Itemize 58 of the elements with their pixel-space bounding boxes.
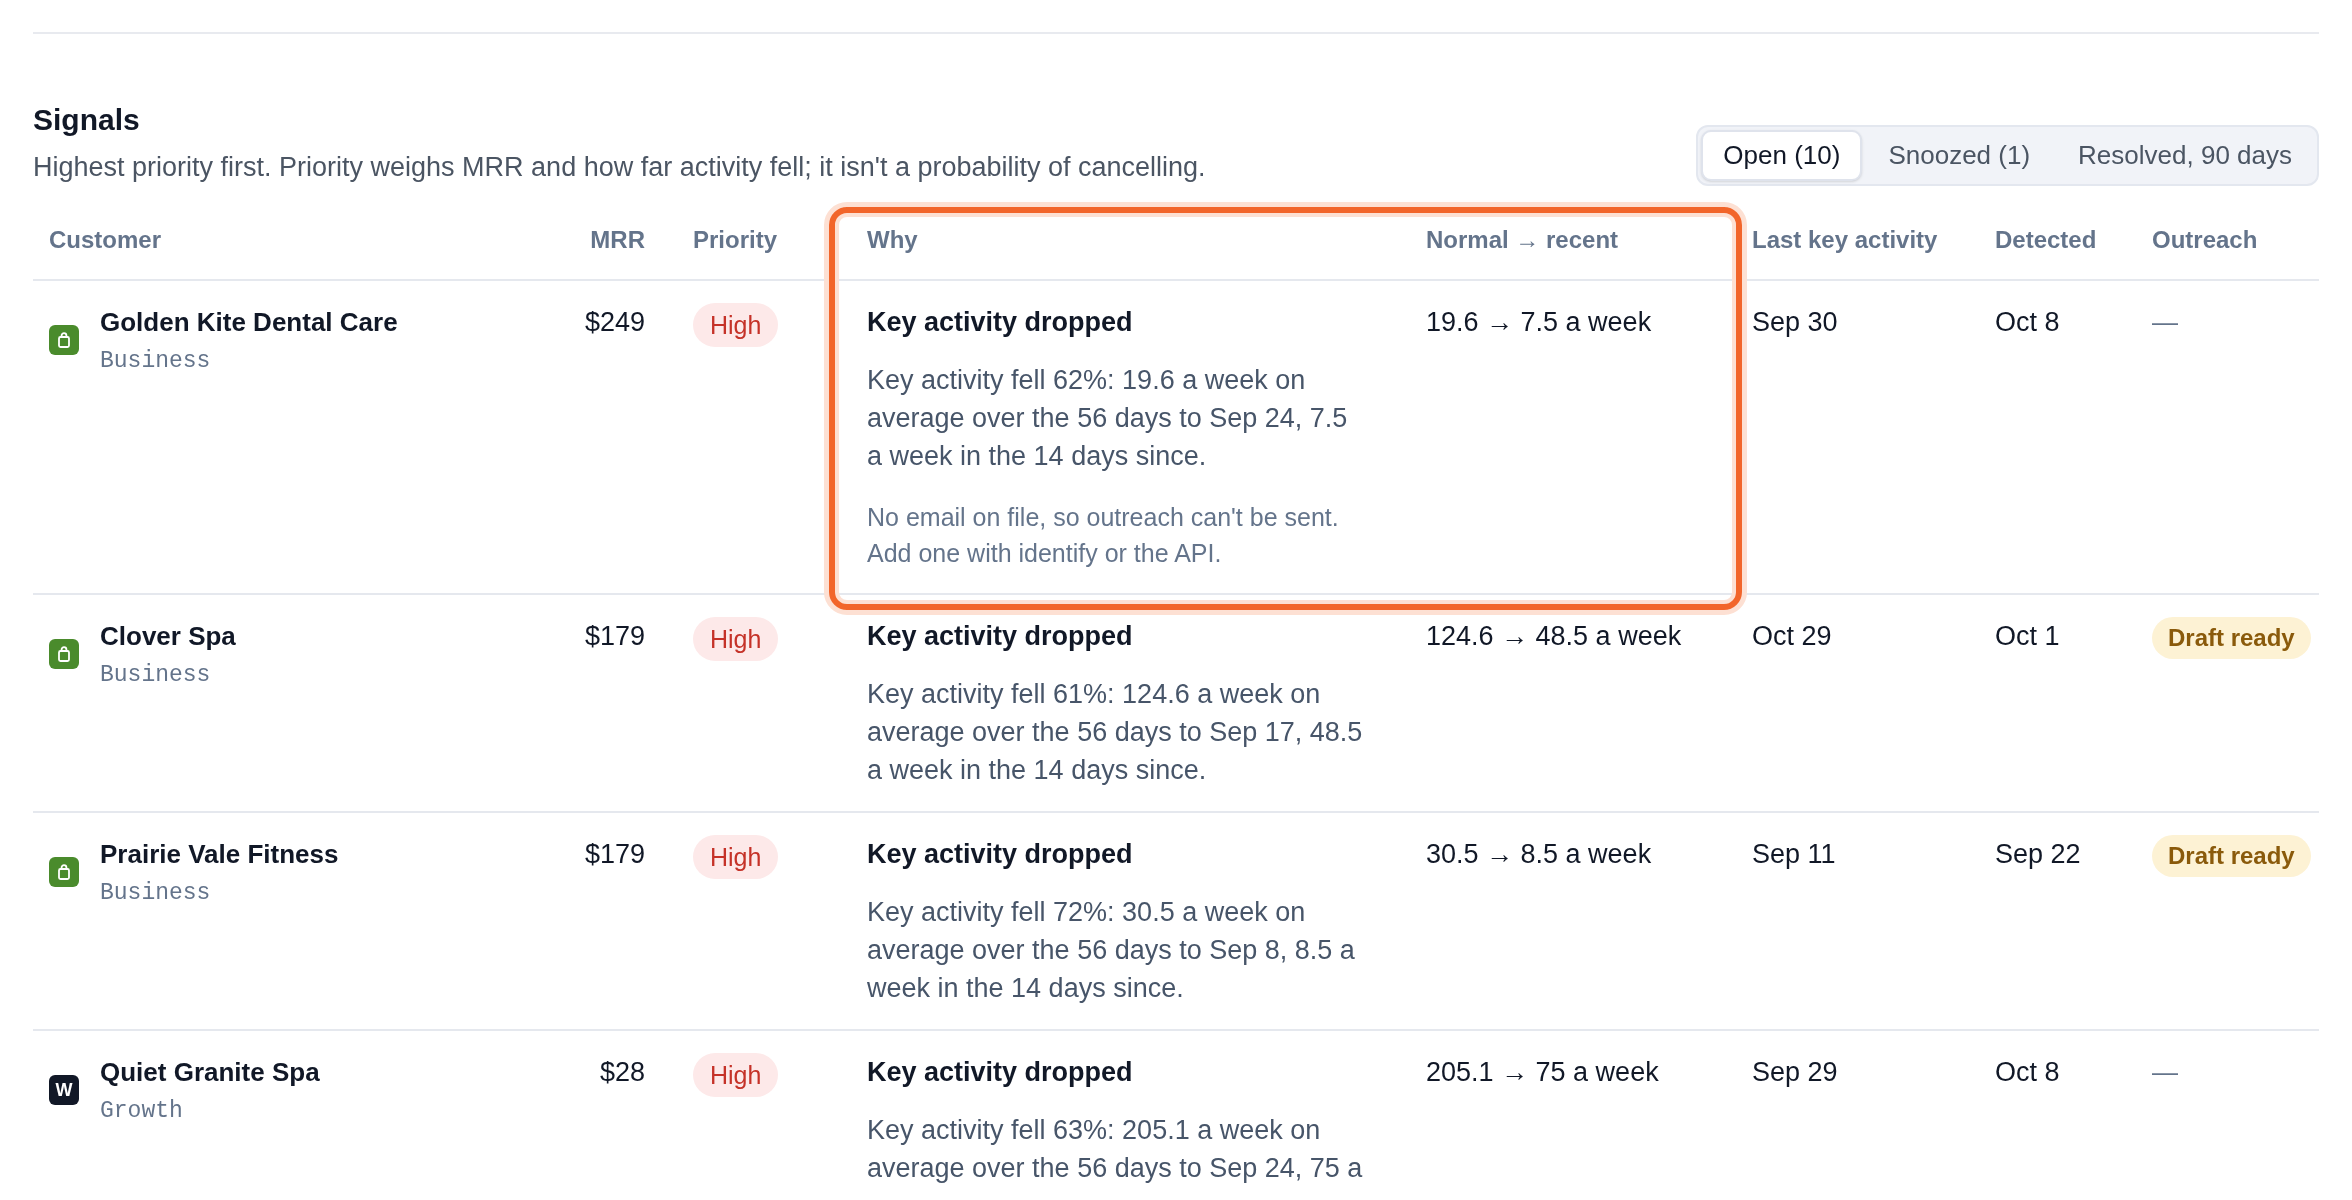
- column-header: Normal → recent: [1426, 226, 1619, 253]
- priority-badge: High: [693, 617, 779, 661]
- section-description: Highest priority first. Priority weighs MRR and how far activity fell; it isn't a probability of cancelling.: [33, 151, 1206, 184]
- signal-title: Key activity dropped: [867, 620, 1134, 653]
- signal-note: No email on file, so outreach can't be sent. Add one with identify or the API.: [867, 502, 1340, 569]
- signal-description: Key activity fell 72%: 30.5 a week on average over the 56 days to Sep 8, 8.5 a week in the 14 days since.: [867, 896, 1356, 1005]
- plan-label: Growth: [100, 1097, 183, 1126]
- plan-label: Business: [100, 347, 211, 376]
- column-header: Last key activity: [1752, 226, 1938, 253]
- tab[interactable]: Open (10): [1701, 130, 1863, 181]
- activity-change: 205.1 → 75 a week: [1426, 1057, 1659, 1087]
- activity-change: 19.6 → 7.5 a week: [1426, 307, 1652, 337]
- signal-title: Key activity dropped: [867, 1056, 1134, 1089]
- tab[interactable]: Snoozed (1): [1866, 130, 2053, 181]
- detected-date: Oct 8: [1995, 1057, 2060, 1087]
- plan-label: Business: [100, 879, 211, 908]
- mrr-value: $249: [584, 307, 645, 337]
- detected-date: Oct 1: [1995, 621, 2060, 651]
- letter-avatar: W: [49, 1075, 79, 1105]
- shopping-bag-icon: [49, 325, 79, 355]
- activity-change: 124.6 → 48.5 a week: [1426, 621, 1682, 651]
- signal-description: Key activity fell 63%: 205.1 a week on average over the 56 days to Sep 24, 75 a: [867, 1114, 1364, 1185]
- priority-badge: High: [693, 835, 779, 879]
- plan-label: Business: [100, 661, 211, 690]
- signal-title: Key activity dropped: [867, 838, 1134, 871]
- mrr-value: $179: [584, 621, 645, 651]
- column-header: Detected: [1995, 226, 2097, 253]
- customer-name: Quiet Granite Spa: [100, 1056, 320, 1089]
- priority-badge: High: [693, 303, 779, 347]
- column-header: Priority: [693, 226, 778, 253]
- shopping-bag-icon: [49, 857, 79, 887]
- outreach-status-badge: Draft ready: [2152, 617, 2311, 659]
- signal-title: Key activity dropped: [867, 306, 1134, 339]
- customer-name: Golden Kite Dental Care: [100, 306, 398, 339]
- column-header: Outreach: [2152, 226, 2258, 253]
- customer-name: Clover Spa: [100, 620, 236, 653]
- tab[interactable]: Resolved, 90 days: [2056, 130, 2314, 181]
- last-activity-date: Sep 11: [1752, 839, 1836, 869]
- signal-description: Key activity fell 62%: 19.6 a week on average over the 56 days to Sep 24, 7.5 a week in the 14 days since.: [867, 364, 1349, 473]
- last-activity-date: Oct 29: [1752, 621, 1832, 651]
- column-header: Customer: [49, 226, 162, 253]
- detected-date: Oct 8: [1995, 307, 2060, 337]
- priority-badge: High: [693, 1053, 779, 1097]
- mrr-value: $179: [584, 839, 645, 869]
- detected-date: Sep 22: [1995, 839, 2081, 869]
- empty-value: —: [2152, 1057, 2178, 1087]
- column-header: MRR: [590, 226, 645, 253]
- outreach-status-badge: Draft ready: [2152, 835, 2311, 877]
- mrr-value: $28: [599, 1057, 645, 1087]
- customer-name: Prairie Vale Fitness: [100, 838, 339, 871]
- last-activity-date: Sep 30: [1752, 307, 1838, 337]
- empty-value: —: [2152, 307, 2178, 337]
- activity-change: 30.5 → 8.5 a week: [1426, 839, 1652, 869]
- section-title: Signals: [33, 102, 141, 138]
- column-header: Why: [867, 226, 918, 253]
- signal-description: Key activity fell 61%: 124.6 a week on average over the 56 days to Sep 17, 48.5 a week in the 14 days since.: [867, 678, 1364, 787]
- last-activity-date: Sep 29: [1752, 1057, 1838, 1087]
- shopping-bag-icon: [49, 639, 79, 669]
